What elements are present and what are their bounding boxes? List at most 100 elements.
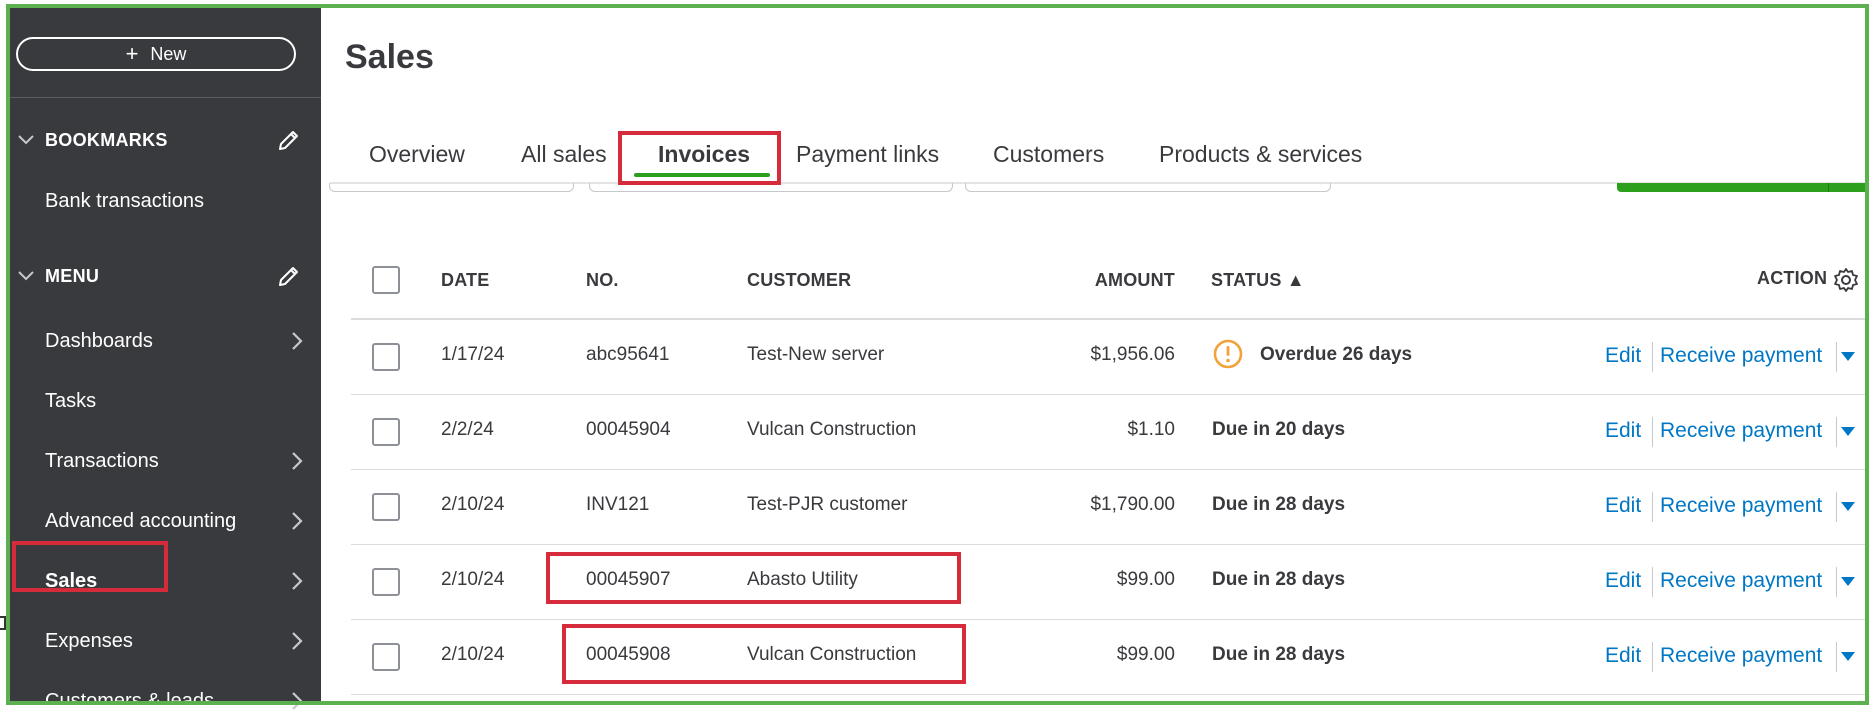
cell-customer: Test-New server [747,344,885,365]
edit-link[interactable]: Edit [1605,344,1641,368]
table-row[interactable]: 2/10/24 INV121 Test-PJR customer $1,790.… [351,470,1867,545]
column-header-status[interactable]: STATUS ▲ [1211,270,1305,291]
row-checkbox[interactable] [372,568,400,596]
sidebar-item-dashboards[interactable]: Dashboards [8,320,321,364]
sidebar-item-transactions[interactable]: Transactions [8,440,321,484]
table-row[interactable]: 2/10/24 00045908 Vulcan Construction $99… [351,620,1867,695]
chevron-right-icon [292,632,303,650]
menu-header: MENU [45,265,100,286]
plus-icon: + [125,41,139,66]
tab-invoices[interactable]: Invoices [658,141,750,168]
filter-dropdown[interactable] [965,183,1331,192]
bookmarks-section-header[interactable]: BOOKMARKS [8,122,321,158]
tab-payment-links[interactable]: Payment links [796,141,939,168]
filter-dropdown[interactable] [329,183,574,192]
caret-down-icon[interactable] [1841,352,1855,361]
menu-section-header[interactable]: MENU [8,258,321,294]
row-checkbox[interactable] [372,418,400,446]
table-header-row: DATE NO. CUSTOMER AMOUNT STATUS ▲ ACTION [351,250,1867,320]
edit-link[interactable]: Edit [1605,644,1641,668]
edit-link[interactable]: Edit [1605,494,1641,518]
pencil-icon[interactable] [276,127,302,153]
row-checkbox[interactable] [372,343,400,371]
row-checkbox[interactable] [372,643,400,671]
cell-date: 1/17/24 [441,344,505,365]
column-header-amount[interactable]: AMOUNT [1091,270,1175,291]
sidebar-divider [8,97,321,98]
pencil-icon[interactable] [276,263,302,289]
tab-all-sales[interactable]: All sales [521,141,607,168]
table-row[interactable]: 1/17/24 abc95641 Test-New server $1,956.… [351,320,1867,395]
sidebar-item-advanced-accounting[interactable]: Advanced accounting [8,500,321,544]
receive-payment-link[interactable]: Receive payment [1660,494,1822,518]
filter-dropdown[interactable] [589,183,953,192]
sidebar-item-label: Bank transactions [45,190,204,212]
edge-marker [0,616,6,630]
new-button[interactable]: + New [16,37,296,71]
tab-customers[interactable]: Customers [993,141,1104,168]
table-row[interactable]: 2/10/24 00045907 Abasto Utility $99.00 D… [351,545,1867,620]
caret-down-icon[interactable] [1841,427,1855,436]
split-button-divider [1828,183,1829,192]
caret-down-icon[interactable] [1841,502,1855,511]
action-divider [1836,492,1837,522]
column-header-date[interactable]: DATE [441,270,489,291]
cell-status: Overdue 26 days [1260,344,1413,365]
cell-amount: $99.00 [1116,569,1175,590]
sidebar-item-sales[interactable]: Sales [8,560,321,604]
edit-link[interactable]: Edit [1605,569,1641,593]
cell-no: INV121 [586,494,650,515]
tab-overview[interactable]: Overview [369,141,465,168]
sidebar-item-expenses[interactable]: Expenses [8,620,321,664]
table-row[interactable]: 2/2/24 00045904 Vulcan Construction $1.1… [351,395,1867,470]
cell-customer: Vulcan Construction [747,419,917,440]
action-divider [1836,567,1837,597]
cell-no: 00045904 [586,419,671,440]
action-divider [1836,342,1837,372]
sidebar-item-customers-leads[interactable]: Customers & leads [8,680,321,724]
bookmarks-header: BOOKMARKS [45,129,168,150]
caret-down-icon[interactable] [1841,652,1855,661]
caret-down-icon[interactable] [1841,577,1855,586]
column-header-customer[interactable]: CUSTOMER [747,270,851,291]
gear-icon[interactable] [1833,267,1859,293]
column-header-no[interactable]: NO. [586,270,619,291]
sidebar-item-bank-transactions[interactable]: Bank transactions [8,180,321,224]
chevron-right-icon [292,572,303,590]
sidebar-item-tasks[interactable]: Tasks [8,380,321,424]
receive-payment-link[interactable]: Receive payment [1660,344,1822,368]
cell-customer: Vulcan Construction [747,644,917,665]
chevron-right-icon [292,332,303,350]
action-divider [1836,417,1837,447]
cell-date: 2/10/24 [441,494,505,515]
cell-date: 2/10/24 [441,644,505,665]
cell-no: 00045908 [586,644,671,665]
cell-no: 00045907 [586,569,671,590]
chevron-down-icon [18,135,34,145]
cell-status: Due in 28 days [1212,644,1346,665]
cell-customer: Test-PJR customer [747,494,908,515]
cell-amount: $1,790.00 [1090,494,1175,515]
cell-amount: $1,956.06 [1090,344,1175,365]
action-divider [1652,492,1653,522]
edit-link[interactable]: Edit [1605,419,1641,443]
receive-payment-link[interactable]: Receive payment [1660,419,1822,443]
select-all-checkbox[interactable] [372,266,400,294]
row-checkbox[interactable] [372,493,400,521]
action-divider [1652,417,1653,447]
sidebar-item-label: Tasks [45,390,97,412]
tab-products-services[interactable]: Products & services [1159,141,1362,168]
action-divider [1652,567,1653,597]
warning-circle-icon [1213,339,1243,369]
create-invoice-button[interactable] [1617,183,1869,192]
cell-amount: $99.00 [1116,644,1175,665]
sidebar-item-label: Advanced accounting [45,510,237,532]
active-tab-indicator [634,173,770,177]
receive-payment-link[interactable]: Receive payment [1660,644,1822,668]
column-header-action: ACTION [1757,268,1828,288]
cell-amount: $1.10 [1127,419,1175,440]
receive-payment-link[interactable]: Receive payment [1660,569,1822,593]
cell-status: Due in 28 days [1212,494,1346,515]
cell-customer: Abasto Utility [747,569,858,590]
cell-status: Due in 28 days [1212,569,1346,590]
